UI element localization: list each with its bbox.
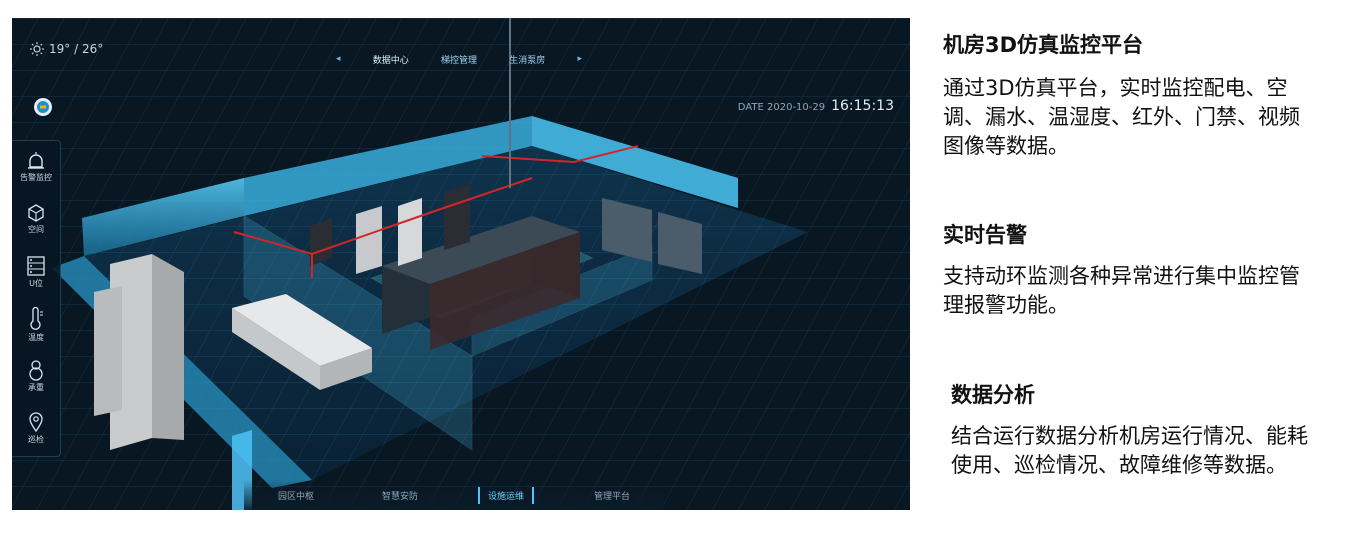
section-body-line: 理报警功能。 bbox=[943, 293, 1069, 317]
cabinet-1 bbox=[310, 218, 332, 266]
cabinet-2 bbox=[356, 206, 382, 274]
tab-smart-security[interactable]: 智慧安防 bbox=[374, 487, 426, 504]
tab-elevator-control[interactable]: 梯控管理 bbox=[441, 53, 477, 66]
tab-facility-ops[interactable]: 设施运维 bbox=[477, 486, 534, 504]
section-body-line: 调、漏水、温湿度、红外、门禁、视频 bbox=[943, 105, 1300, 129]
sidebar-item-patrol[interactable]: 巡检 bbox=[12, 405, 60, 457]
section-body-line: 使用、巡检情况、故障维修等数据。 bbox=[951, 453, 1287, 477]
sidebar: 告警监控 空间 U位 温度 承重 巡检 bbox=[12, 140, 61, 457]
weather-widget: 19° / 26° bbox=[30, 42, 103, 56]
tab-management-platform[interactable]: 管理平台 bbox=[586, 487, 638, 504]
section-body-line: 支持动环监测各种异常进行集中监控管 bbox=[943, 264, 1300, 288]
top-nav: ◂ 数据中心 梯控管理 生消泵房 ▸ bbox=[336, 46, 582, 72]
sidebar-item-label: U位 bbox=[29, 279, 43, 288]
weight-icon bbox=[29, 360, 43, 381]
bottom-nav: 园区中枢 智慧安防 设施运维 管理平台 bbox=[244, 480, 664, 510]
sidebar-item-label: 告警监控 bbox=[20, 173, 52, 182]
section-body-line: 图像等数据。 bbox=[943, 134, 1069, 158]
alarm-icon bbox=[28, 152, 44, 169]
cube-icon bbox=[28, 204, 44, 222]
section-title: 数据分析 bbox=[951, 383, 1035, 407]
server-rack-icon bbox=[27, 256, 45, 276]
server-room-3d-scene[interactable] bbox=[12, 18, 910, 510]
thermometer-icon bbox=[30, 307, 43, 330]
tab-fire-pump-room[interactable]: 生消泵房 bbox=[509, 53, 545, 66]
nav-prev-arrow-icon[interactable]: ◂ bbox=[336, 54, 341, 64]
sidebar-item-label: 巡检 bbox=[28, 435, 44, 444]
app-logo-icon[interactable] bbox=[32, 96, 54, 118]
sidebar-item-load-bearing[interactable]: 承重 bbox=[12, 353, 60, 405]
sidebar-item-space[interactable]: 空间 bbox=[12, 197, 60, 249]
section-body-line: 通过3D仿真平台，实时监控配电、空 bbox=[943, 76, 1288, 100]
cabinet-4 bbox=[444, 184, 470, 250]
feature-section-data-analysis: 数据分析 结合运行数据分析机房运行情况、能耗 使用、巡检情况、故障维修等数据。 bbox=[951, 380, 1308, 480]
sidebar-item-u-position[interactable]: U位 bbox=[12, 249, 60, 301]
sidebar-item-label: 空间 bbox=[28, 225, 44, 234]
date-label: DATE 2020-10-29 bbox=[737, 102, 826, 113]
tab-data-center[interactable]: 数据中心 bbox=[373, 53, 409, 66]
sun-icon bbox=[30, 42, 44, 56]
datetime-display: DATE 2020-10-29 16:15:13 bbox=[738, 98, 894, 114]
time-label: 16:15:13 bbox=[831, 98, 894, 114]
location-pin-icon bbox=[29, 412, 43, 433]
nav-next-arrow-icon[interactable]: ▸ bbox=[577, 54, 582, 64]
section-title: 实时告警 bbox=[943, 223, 1027, 247]
feature-section-realtime-alarm: 实时告警 支持动环监测各种异常进行集中监控管 理报警功能。 bbox=[943, 220, 1300, 320]
tab-park-hub[interactable]: 园区中枢 bbox=[270, 487, 322, 504]
cabinet-3 bbox=[398, 198, 422, 266]
feature-section-3d-simulation: 机房3D仿真监控平台 通过3D仿真平台，实时监控配电、空 调、漏水、温湿度、红外… bbox=[943, 30, 1300, 161]
3d-monitoring-viewport[interactable]: 19° / 26° ◂ 数据中心 梯控管理 生消泵房 ▸ DATE 2020-1… bbox=[12, 18, 910, 510]
sidebar-item-alarm[interactable]: 告警监控 bbox=[12, 145, 60, 197]
sidebar-item-label: 温度 bbox=[28, 333, 44, 342]
sidebar-item-label: 承重 bbox=[28, 383, 44, 392]
weather-temperature: 19° / 26° bbox=[49, 42, 104, 56]
section-body-line: 结合运行数据分析机房运行情况、能耗 bbox=[951, 424, 1308, 448]
sidebar-item-temperature[interactable]: 温度 bbox=[12, 301, 60, 353]
section-title: 机房3D仿真监控平台 bbox=[943, 33, 1144, 57]
